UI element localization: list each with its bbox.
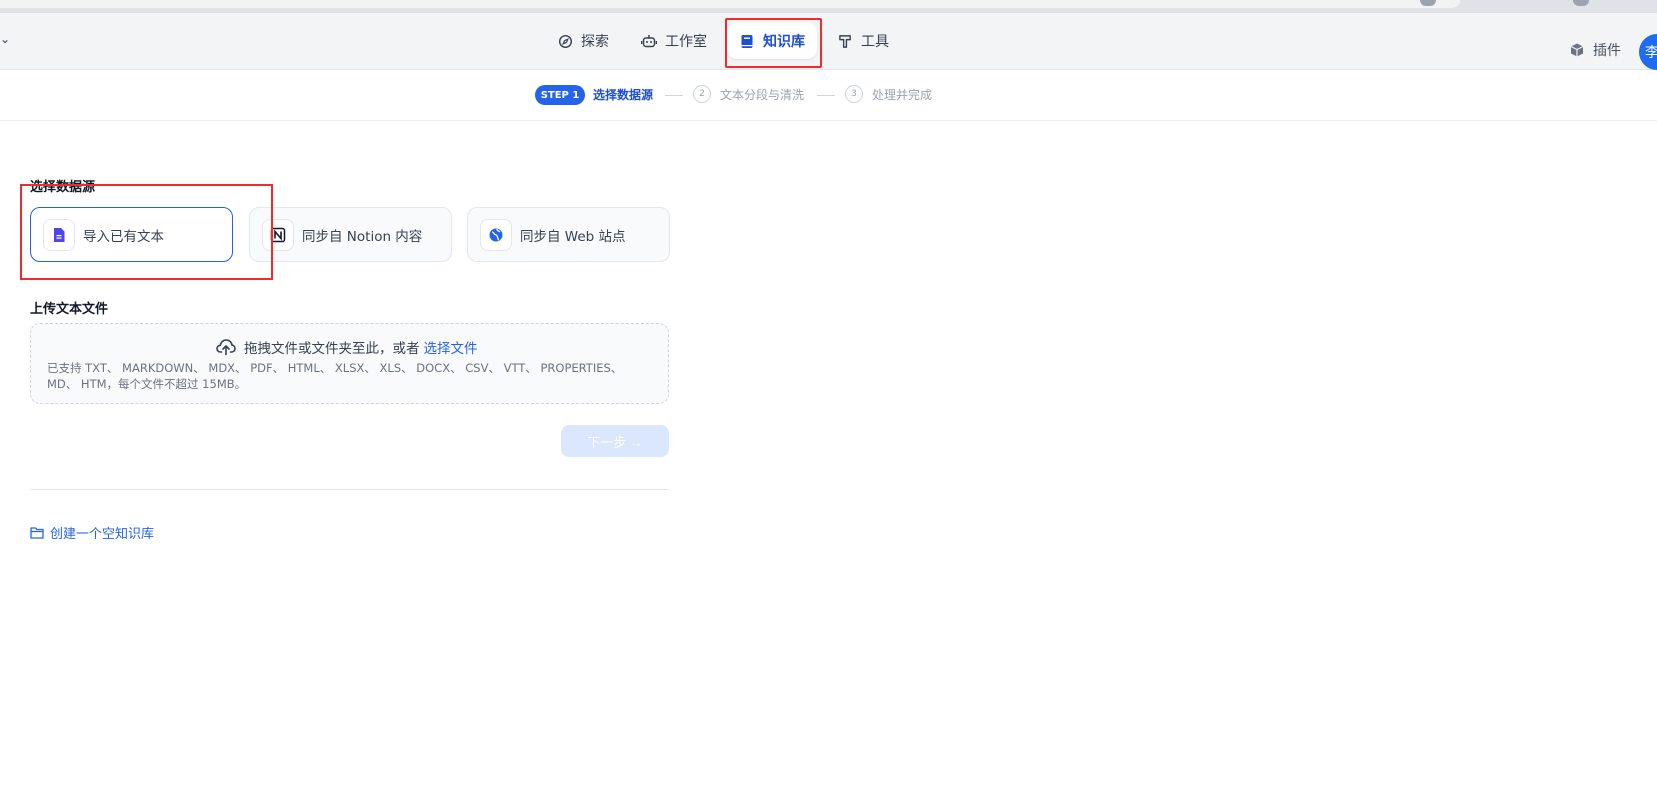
hammer-icon <box>837 33 853 49</box>
robot-icon <box>641 33 657 49</box>
browser-profile-icon[interactable] <box>1573 0 1589 6</box>
folder-icon <box>30 526 44 540</box>
upload-main-text: 拖拽文件或文件夹至此，或者 <box>244 341 420 357</box>
highlight-box-source <box>20 184 273 280</box>
step2-label: 文本分段与清洗 <box>720 88 805 102</box>
source-notion-label: 同步自 Notion 内容 <box>302 228 423 245</box>
compass-icon <box>557 33 573 49</box>
next-step-button[interactable]: 下一步 → <box>561 425 669 457</box>
upload-format-hint: 已支持 TXT、 MARKDOWN、 MDX、 PDF、 HTML、 XLSX、… <box>47 361 623 391</box>
step3-label: 处理并完成 <box>872 88 933 102</box>
create-empty-label: 创建一个空知识库 <box>50 527 155 542</box>
step2-number: 2 <box>693 85 711 103</box>
chevron-down-icon[interactable]: ⌄ <box>0 32 10 46</box>
step-indicator: STEP 1 选择数据源 2 文本分段与清洗 3 处理并完成 <box>0 70 1657 121</box>
step1-badge: STEP 1 <box>535 85 585 105</box>
upload-main-line: 拖拽文件或文件夹至此，或者 选择文件 <box>216 337 478 357</box>
cloud-upload-icon <box>216 338 236 356</box>
source-web-label: 同步自 Web 站点 <box>520 228 626 245</box>
step3-number: 3 <box>845 85 863 103</box>
plugin-button[interactable]: 插件 <box>1569 40 1621 60</box>
step1-label: 选择数据源 <box>593 88 654 102</box>
source-notion[interactable]: 同步自 Notion 内容 <box>249 207 452 262</box>
nav-tools[interactable]: 工具 <box>825 23 901 59</box>
nav-tools-label: 工具 <box>861 34 889 50</box>
nav-studio-label: 工作室 <box>665 34 707 50</box>
source-web[interactable]: 同步自 Web 站点 <box>467 207 670 262</box>
avatar[interactable]: 李 <box>1639 34 1657 70</box>
divider <box>30 489 669 490</box>
cube-icon <box>1569 42 1585 58</box>
step-connector <box>665 95 683 96</box>
select-file-link[interactable]: 选择文件 <box>424 337 478 357</box>
nav-explore-label: 探索 <box>581 34 609 50</box>
highlight-box-nav <box>725 18 822 68</box>
upload-section-title: 上传文本文件 <box>30 302 109 317</box>
globe-icon <box>480 218 512 251</box>
upload-dropzone[interactable]: 拖拽文件或文件夹至此，或者 选择文件 已支持 TXT、 MARKDOWN、 MD… <box>30 323 669 404</box>
browser-top-strip <box>0 0 1657 14</box>
nav-explore[interactable]: 探索 <box>545 23 621 59</box>
top-header: ⌄ 探索 工作室 知识库 工具 插件 李 <box>0 13 1657 70</box>
address-bar-edge <box>0 0 1460 8</box>
step-connector <box>817 95 835 96</box>
plugin-label: 插件 <box>1593 43 1621 59</box>
nav-studio[interactable]: 工作室 <box>629 23 719 59</box>
create-empty-knowledge-link[interactable]: 创建一个空知识库 <box>30 523 154 542</box>
